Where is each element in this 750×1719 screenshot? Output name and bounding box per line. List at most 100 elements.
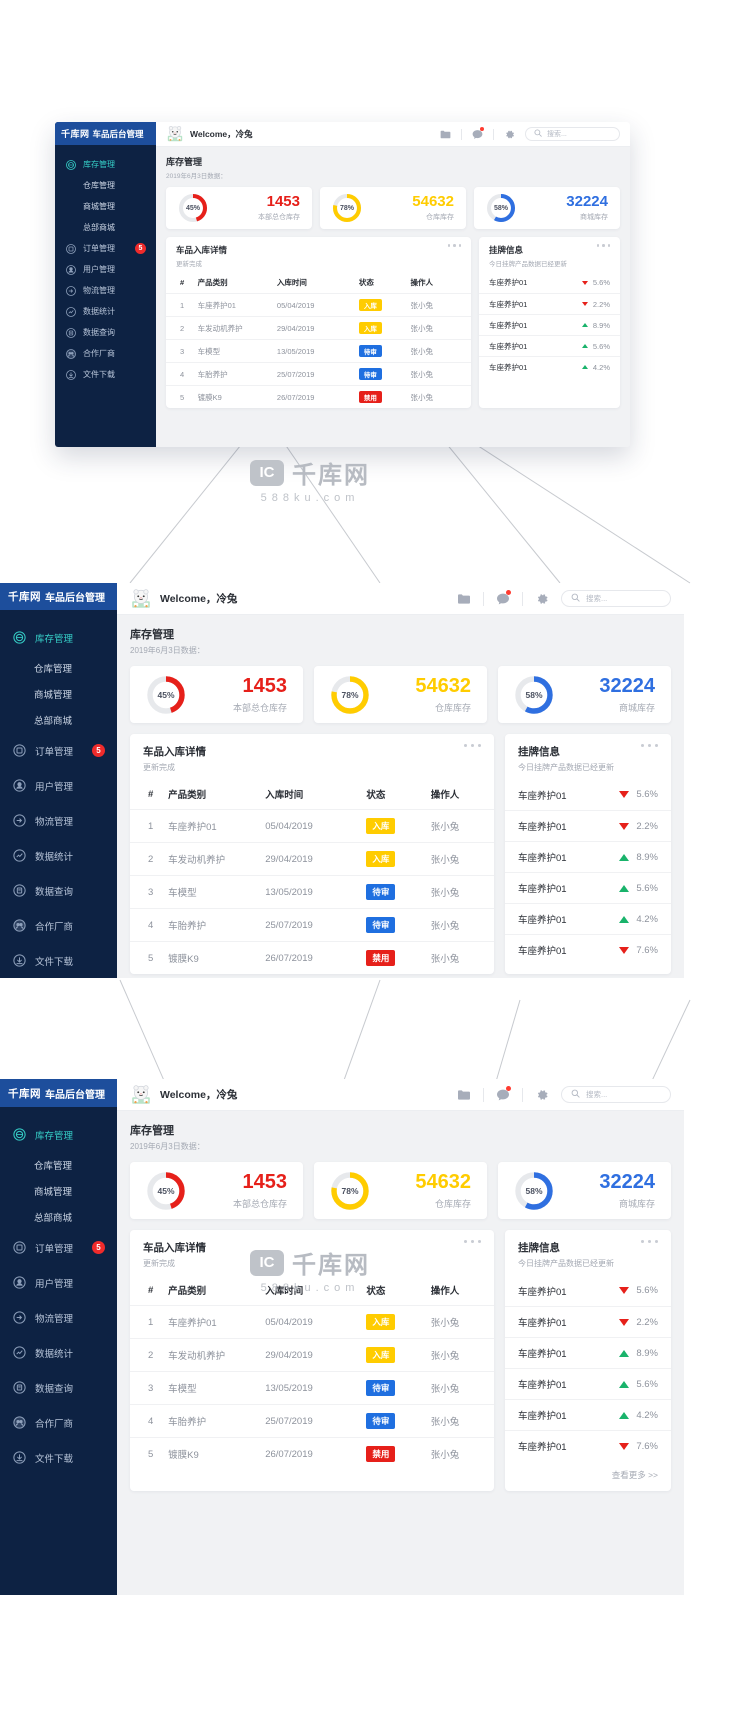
listing-row[interactable]: 车座养护01 5.6% [505, 1368, 671, 1399]
listing-row[interactable]: 车座养护01 2.2% [479, 293, 620, 314]
sidebar-item-4[interactable]: 总部商城 [0, 707, 117, 733]
listing-row[interactable]: 车座养护01 5.6% [505, 872, 671, 903]
sidebar-item-4[interactable]: 总部商城 [55, 217, 156, 238]
sidebar-item-9[interactable]: 数据查询 [55, 322, 156, 343]
table-col-5: 操作人 [430, 790, 460, 801]
listing-row[interactable]: 车座养护01 2.2% [505, 810, 671, 841]
sidebar-item-6[interactable]: 用户管理 [55, 259, 156, 280]
search-input[interactable]: 搜索... [561, 590, 671, 607]
sidebar-item-label: 数据统计 [35, 851, 74, 863]
listing-row[interactable]: 车座养护01 7.6% [505, 934, 671, 965]
sidebar-item-5[interactable]: 订单管理 5 [0, 733, 117, 768]
folder-icon[interactable] [439, 128, 452, 141]
sidebar-item-7[interactable]: 物流管理 [0, 1300, 117, 1335]
more-dots-icon[interactable] [594, 244, 610, 247]
listing-row[interactable]: 车座养护01 8.9% [505, 841, 671, 872]
gear-icon[interactable] [534, 1087, 550, 1103]
sidebar-item-5[interactable]: 订单管理 5 [0, 1230, 117, 1265]
sidebar-item-2[interactable]: 仓库管理 [0, 655, 117, 681]
listing-row[interactable]: 车座养护01 5.6% [505, 1275, 671, 1306]
table-row[interactable]: 2 车发动机养护 29/04/2019 入库 张小兔 [130, 1338, 494, 1372]
gear-icon[interactable] [503, 128, 516, 141]
table-row[interactable]: 3 车模型 13/05/2019 待审 张小兔 [166, 339, 471, 363]
more-dots-icon[interactable] [460, 1240, 481, 1243]
sidebar-item-11[interactable]: 文件下载 [0, 943, 117, 978]
sidebar-item-label: 总部商城 [34, 716, 73, 727]
folder-icon[interactable] [456, 591, 472, 607]
sidebar-item-7[interactable]: 物流管理 [0, 803, 117, 838]
more-dots-icon[interactable] [637, 744, 658, 747]
listing-row[interactable]: 车座养护01 4.2% [479, 356, 620, 377]
chat-icon[interactable] [495, 1085, 511, 1103]
sidebar-item-6[interactable]: 用户管理 [0, 768, 117, 803]
table-body: 1 车座养护01 05/04/2019 入库 张小兔 2 车发动机养护 29/04/2019 入… [130, 1305, 494, 1470]
sidebar-item-8[interactable]: 数据统计 [0, 838, 117, 873]
avatar[interactable] [130, 588, 152, 610]
sidebar-item-6[interactable]: 用户管理 [0, 1265, 117, 1300]
table-row[interactable]: 4 车胎养护 25/07/2019 待审 张小兔 [166, 362, 471, 386]
listing-row[interactable]: 车座养护01 8.9% [479, 314, 620, 335]
table-row[interactable]: 3 车模型 13/05/2019 待审 张小兔 [130, 875, 494, 909]
sidebar-item-2[interactable]: 仓库管理 [55, 175, 156, 196]
listing-row[interactable]: 车座养护01 4.2% [505, 903, 671, 934]
sidebar-item-3[interactable]: 商城管理 [0, 1178, 117, 1204]
sidebar-item-1[interactable]: 库存管理 [0, 620, 117, 655]
sidebar-item-11[interactable]: 文件下载 [0, 1440, 117, 1475]
partners-icon [12, 918, 27, 933]
sidebar-item-8[interactable]: 数据统计 [55, 301, 156, 322]
chat-icon[interactable] [471, 126, 484, 141]
sidebar-item-10[interactable]: 合作厂商 [0, 908, 117, 943]
listing-panel: 挂牌信息 今日挂牌产品数据已经更新 车座养护01 5.6% 车座养护01 2.2% 车座… [505, 734, 671, 974]
search-input[interactable]: 搜索... [561, 1086, 671, 1103]
showcase-stage: 千库网 车品后台管理 库存管理 仓库管理 商城管理 总部商城 订单管理 5 用户管理 物流管理… [0, 0, 750, 1719]
sidebar-item-9[interactable]: 数据查询 [0, 1370, 117, 1405]
sidebar-badge: 5 [135, 243, 146, 254]
avatar[interactable] [130, 1084, 152, 1106]
sidebar-item-2[interactable]: 仓库管理 [0, 1152, 117, 1178]
page-subtitle: 2019年6月3日数据： [166, 173, 227, 180]
sidebar-item-1[interactable]: 库存管理 [0, 1117, 117, 1152]
more-dots-icon[interactable] [445, 244, 461, 247]
sidebar-item-3[interactable]: 商城管理 [0, 681, 117, 707]
table-row[interactable]: 5 镀膜K9 26/07/2019 禁用 张小兔 [130, 941, 494, 974]
sidebar-item-9[interactable]: 数据查询 [0, 873, 117, 908]
sidebar-item-5[interactable]: 订单管理 5 [55, 238, 156, 259]
sidebar-item-7[interactable]: 物流管理 [55, 280, 156, 301]
sidebar-item-8[interactable]: 数据统计 [0, 1335, 117, 1370]
chat-icon[interactable] [495, 589, 511, 607]
table-row[interactable]: 4 车胎养护 25/07/2019 待审 张小兔 [130, 1404, 494, 1438]
listing-row[interactable]: 车座养护01 5.6% [505, 779, 671, 810]
sidebar-item-1[interactable]: 库存管理 [55, 154, 156, 175]
sidebar-item-4[interactable]: 总部商城 [0, 1204, 117, 1230]
listing-row[interactable]: 车座养护01 8.9% [505, 1337, 671, 1368]
sidebar-item-10[interactable]: 合作厂商 [55, 343, 156, 364]
table-row[interactable]: 2 车发动机养护 29/04/2019 入库 张小兔 [166, 316, 471, 340]
folder-icon[interactable] [456, 1087, 472, 1103]
cell-time: 13/05/2019 [265, 1371, 367, 1405]
table-row[interactable]: 3 车模型 13/05/2019 待审 张小兔 [130, 1371, 494, 1405]
table-row[interactable]: 5 镀膜K9 26/07/2019 禁用 张小兔 [130, 1437, 494, 1470]
listing-row[interactable]: 车座养护01 4.2% [505, 1399, 671, 1430]
table-row[interactable]: 1 车座养护01 05/04/2019 入库 张小兔 [130, 809, 494, 843]
view-more-link[interactable]: 查看更多 >> [505, 1461, 671, 1491]
listing-row[interactable]: 车座养护01 5.6% [479, 272, 620, 293]
table-row[interactable]: 1 车座养护01 05/04/2019 入库 张小兔 [166, 293, 471, 317]
search-input[interactable]: 搜索... [525, 127, 620, 141]
sidebar-item-10[interactable]: 合作厂商 [0, 1405, 117, 1440]
listing-percent: 2.2% [592, 299, 610, 309]
gear-icon[interactable] [534, 591, 550, 607]
listing-row[interactable]: 车座养护01 7.6% [505, 1430, 671, 1461]
more-dots-icon[interactable] [460, 744, 481, 747]
more-dots-icon[interactable] [637, 1240, 658, 1243]
listing-row[interactable]: 车座养护01 5.6% [479, 335, 620, 356]
table-row[interactable]: 4 车胎养护 25/07/2019 待审 张小兔 [130, 908, 494, 942]
table-row[interactable]: 2 车发动机养护 29/04/2019 入库 张小兔 [130, 842, 494, 876]
table-row[interactable]: 5 镀膜K9 26/07/2019 禁用 张小兔 [166, 385, 471, 408]
partners-icon [65, 348, 77, 360]
table-row[interactable]: 1 车座养护01 05/04/2019 入库 张小兔 [130, 1305, 494, 1339]
sidebar-item-label: 文件下载 [35, 956, 74, 968]
sidebar-item-11[interactable]: 文件下载 [55, 364, 156, 385]
avatar[interactable] [166, 125, 184, 143]
sidebar-item-3[interactable]: 商城管理 [55, 196, 156, 217]
listing-row[interactable]: 车座养护01 2.2% [505, 1306, 671, 1337]
